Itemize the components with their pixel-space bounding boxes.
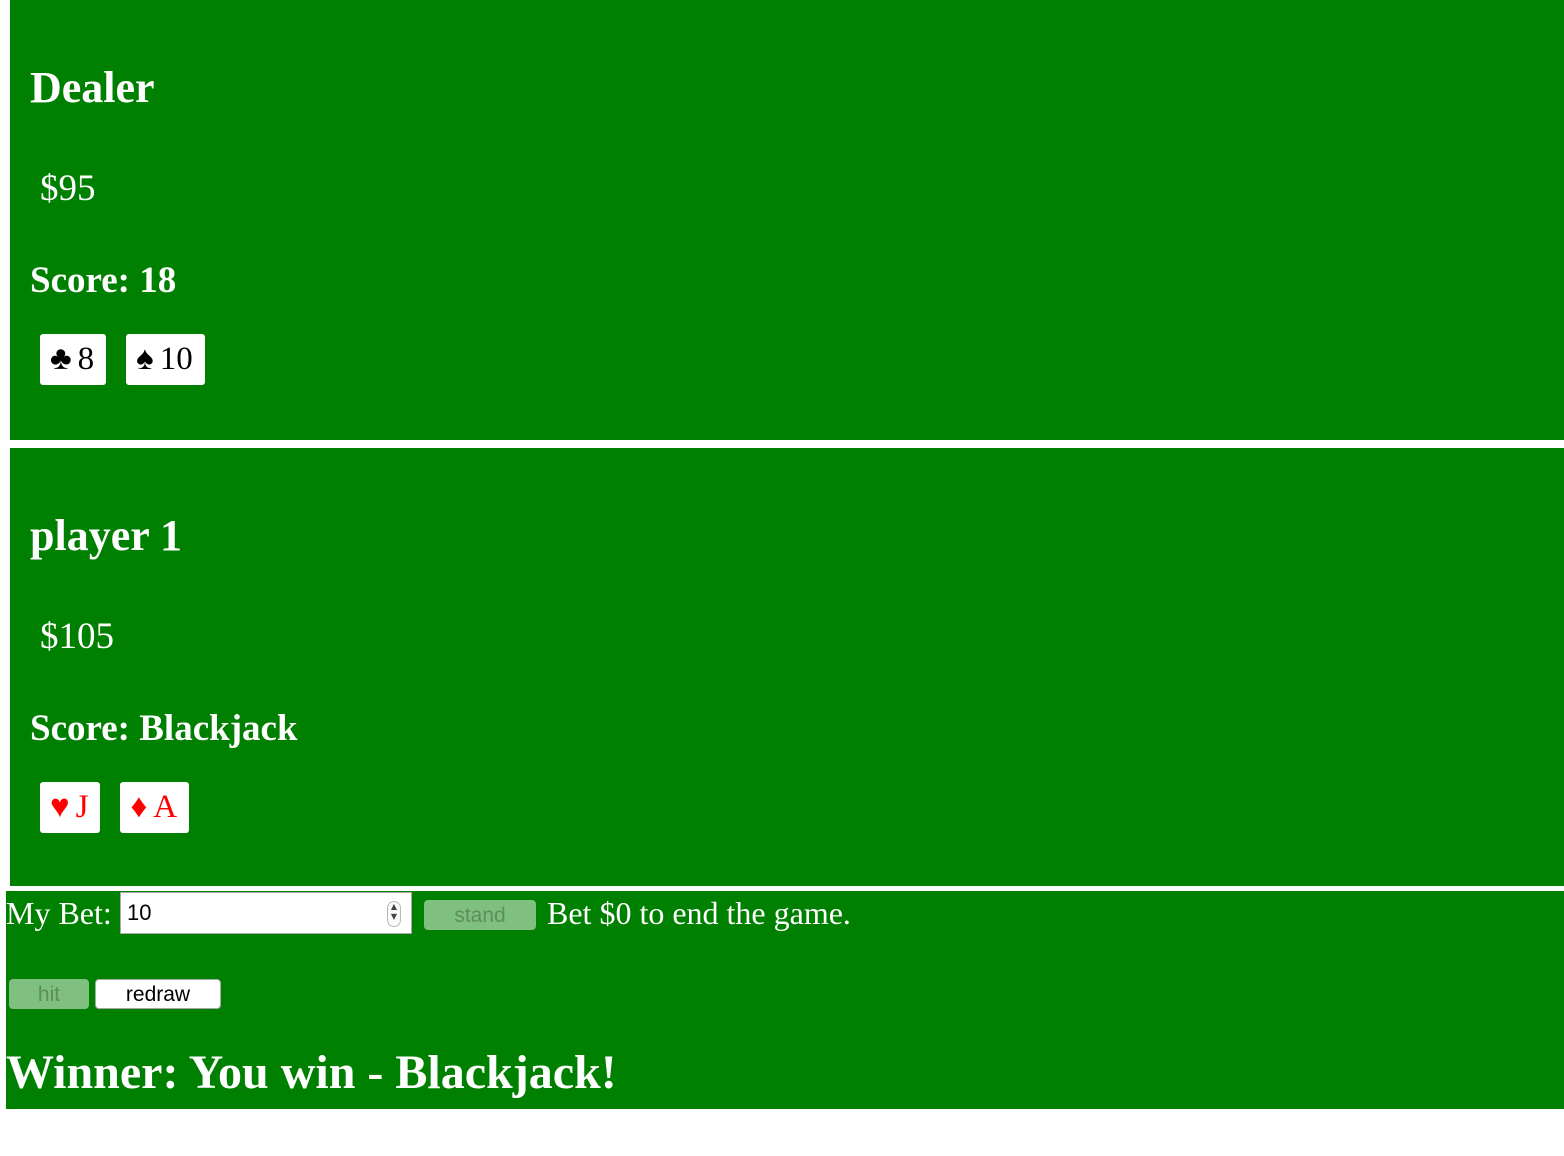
redraw-button[interactable]: redraw <box>95 979 221 1009</box>
player-name: player 1 <box>30 511 182 560</box>
winner-message: Winner: You win - Blackjack! <box>6 1046 617 1099</box>
spades-icon: ♠ <box>136 341 154 377</box>
dealer-score: Score: 18 <box>30 260 177 301</box>
playing-card: ♦ A <box>120 782 190 833</box>
clubs-icon: ♣ <box>50 341 72 377</box>
card-rank: 8 <box>77 341 95 377</box>
playing-card: ♥ J <box>40 782 101 833</box>
bet-label: My Bet: <box>6 895 112 931</box>
controls-panel: My Bet: 10 ▲ ▼ stand Bet $0 to end the ga… <box>6 891 1564 1109</box>
dealer-money: $95 <box>40 168 96 209</box>
playing-card: ♣ 8 <box>40 334 107 385</box>
diamonds-icon: ♦ <box>130 789 148 825</box>
player-panel: player 1 $105 Score: Blackjack ♥ J ♦ A <box>10 448 1564 886</box>
card-rank: 10 <box>159 341 193 377</box>
stepper-icon[interactable]: ▲ ▼ <box>387 901 401 927</box>
player-money: $105 <box>40 616 114 657</box>
player-hand: ♥ J ♦ A <box>40 782 190 833</box>
bet-input[interactable]: 10 ▲ ▼ <box>120 892 412 934</box>
dealer-name: Dealer <box>30 63 155 112</box>
dealer-panel: Dealer $95 Score: 18 ♣ 8 ♠ 10 <box>10 0 1564 440</box>
bet-value: 10 <box>127 900 152 925</box>
dealer-hand: ♣ 8 ♠ 10 <box>40 334 205 385</box>
card-rank: A <box>153 789 178 825</box>
end-game-hint: Bet $0 to end the game. <box>547 895 851 931</box>
stand-button[interactable]: stand <box>424 900 536 930</box>
playing-card: ♠ 10 <box>126 334 205 385</box>
player-score: Score: Blackjack <box>30 708 298 749</box>
hit-button[interactable]: hit <box>9 979 89 1009</box>
hearts-icon: ♥ <box>50 789 70 825</box>
card-rank: J <box>75 789 89 825</box>
